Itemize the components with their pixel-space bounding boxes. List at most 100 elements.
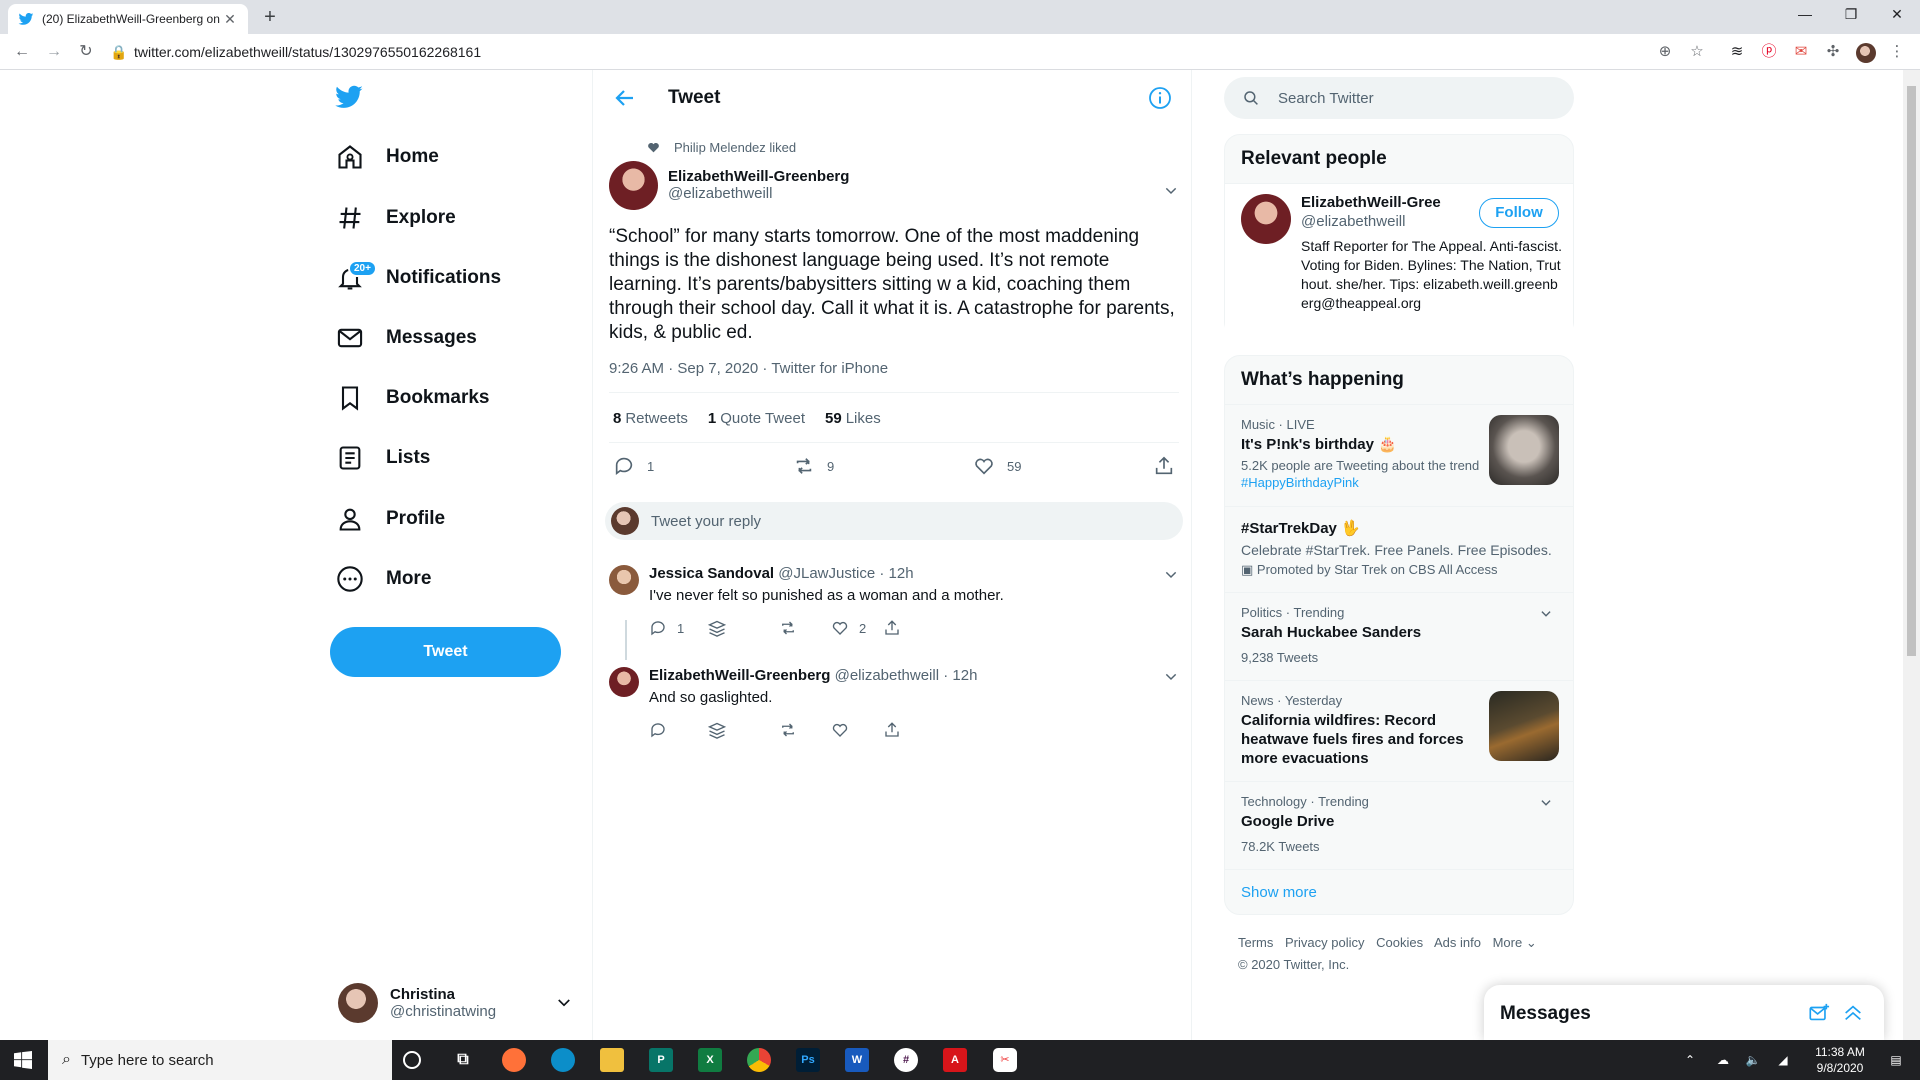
reload-icon[interactable]: ↻ [76,42,96,62]
share-button[interactable] [1153,455,1187,477]
chrome-icon[interactable] [747,1048,771,1072]
firefox-icon[interactable] [502,1048,526,1072]
person-handle[interactable]: @elizabethweill [1301,213,1405,230]
author-avatar[interactable] [609,160,658,210]
reply-author-name[interactable]: Jessica Sandoval [649,565,774,582]
chevron-down-icon[interactable] [1539,796,1553,810]
chevron-up-double-icon[interactable] [1842,1002,1864,1024]
nav-bookmarks[interactable]: Bookmarks [336,380,490,416]
chevron-down-icon[interactable] [1539,607,1553,621]
like-button[interactable]: 59 [973,455,1021,477]
info-icon[interactable] [1148,86,1172,110]
person-name[interactable]: ElizabethWeill-Green... [1301,194,1441,211]
author-handle[interactable]: @elizabethweill [668,185,849,202]
windows-start-icon[interactable] [14,1051,32,1069]
reply-avatar[interactable] [609,667,639,697]
minimize-icon[interactable]: — [1782,0,1828,30]
trend-item[interactable]: Politics · Trending Sarah Huckabee Sande… [1225,592,1573,680]
network-icon[interactable]: ◢ [1772,1040,1794,1080]
person-avatar[interactable] [1241,194,1291,244]
acrobat-icon[interactable]: A [943,1048,967,1072]
buffer-button[interactable] [707,619,737,639]
reply-author-name[interactable]: ElizabethWeill-Greenberg [649,667,830,684]
back-arrow-icon[interactable]: ← [12,42,32,62]
nav-messages[interactable]: Messages [336,320,477,356]
nav-more[interactable]: More [336,561,431,597]
account-switcher[interactable]: Christina @christinatwing [338,980,573,1026]
maximize-icon[interactable]: ❐ [1828,0,1874,30]
retweets-stat[interactable]: 8 Retweets [613,410,688,427]
trend-item[interactable]: News · Yesterday California wildfires: R… [1225,680,1573,781]
volume-icon[interactable]: 🔈 [1742,1040,1764,1080]
footer-link[interactable]: Terms [1238,935,1273,950]
author-name[interactable]: ElizabethWeill-Greenberg [668,168,849,185]
cortana-icon[interactable] [403,1051,421,1069]
excel-icon[interactable]: X [698,1048,722,1072]
back-arrow-icon[interactable] [613,86,637,110]
reply-handle[interactable]: @elizabethweill [835,667,939,684]
likes-stat[interactable]: 59 Likes [825,410,881,427]
like-button[interactable] [831,721,859,739]
bookmark-star-icon[interactable]: ☆ [1688,43,1706,61]
extensions-puzzle-icon[interactable]: ✣ [1824,43,1842,61]
onedrive-icon[interactable]: ☁ [1712,1040,1734,1080]
page-scrollbar[interactable] [1903,70,1920,1040]
taskbar-search-input[interactable]: ⌕ Type here to search [48,1040,392,1080]
install-app-icon[interactable]: ⊕ [1656,43,1674,61]
tweet-button[interactable]: Tweet [330,627,561,677]
reply-time[interactable]: · 12h [943,667,977,684]
share-button[interactable] [883,721,911,739]
nav-notifications[interactable]: 20+ Notifications [336,260,501,296]
chevron-down-icon[interactable] [1163,567,1179,583]
profile-avatar-icon[interactable] [1856,43,1876,63]
tweet-timestamp[interactable]: 9:26 AM · Sep 7, 2020 · Twitter for iPho… [609,360,888,377]
reply-avatar[interactable] [609,565,639,595]
reply-composer[interactable]: Tweet your reply [605,502,1183,540]
word-icon[interactable]: W [845,1048,869,1072]
task-view-icon[interactable]: ⧉ [451,1048,475,1072]
reply-tweet[interactable]: ElizabethWeill-Greenberg @elizabethweill… [609,667,1179,747]
footer-link[interactable]: Privacy policy [1285,935,1364,950]
publisher-icon[interactable]: P [649,1048,673,1072]
buffer-button[interactable] [707,721,737,741]
show-more-link[interactable]: Show more [1225,869,1573,914]
retweet-button[interactable] [779,619,807,637]
reply-button[interactable]: 1 [649,619,684,637]
photoshop-icon[interactable]: Ps [796,1048,820,1072]
reply-tweet[interactable]: Jessica Sandoval @JLawJustice · 12h I've… [609,565,1179,645]
forward-arrow-icon[interactable]: → [44,42,64,62]
twitter-logo-icon[interactable] [334,82,364,112]
tweet-author[interactable]: ElizabethWeill-Greenberg @elizabethweill [609,160,1179,210]
reply-button[interactable]: 1 [613,455,654,477]
notification-center-icon[interactable]: ▤ [1884,1040,1908,1080]
relevant-person[interactable]: ElizabethWeill-Green... @elizabethweill … [1225,183,1573,343]
chevron-down-icon[interactable] [1163,183,1179,199]
browser-menu-icon[interactable]: ⋮ [1888,43,1906,61]
snip-sketch-icon[interactable]: ✂ [993,1048,1017,1072]
file-explorer-icon[interactable] [600,1048,624,1072]
trend-item[interactable]: #StarTrekDay 🖖 Celebrate #StarTrek. Free… [1225,506,1573,592]
chevron-down-icon[interactable] [1163,669,1179,685]
url-bar[interactable]: 🔒 twitter.com/elizabethweill/status/1302… [110,39,1700,65]
messages-drawer[interactable]: Messages [1484,985,1884,1040]
tray-overflow-icon[interactable]: ⌃ [1680,1040,1700,1080]
browser-tab[interactable]: (20) ElizabethWeill-Greenberg on ✕ [8,4,248,34]
pinterest-extension-icon[interactable]: ⓟ [1760,43,1778,61]
nav-profile[interactable]: Profile [336,501,445,537]
scrollbar-thumb[interactable] [1907,86,1916,656]
footer-link[interactable]: Ads info [1434,935,1481,950]
share-button[interactable] [883,619,911,637]
nav-lists[interactable]: Lists [336,440,430,476]
retweet-button[interactable]: 9 [793,455,834,477]
nav-home[interactable]: Home [336,139,439,175]
new-tab-button[interactable]: + [258,5,282,29]
new-message-icon[interactable] [1808,1002,1830,1024]
close-icon[interactable]: ✕ [1874,0,1920,30]
edge-icon[interactable] [551,1048,575,1072]
tab-close-icon[interactable]: ✕ [222,11,238,28]
footer-link[interactable]: More ⌄ [1493,935,1537,950]
search-input[interactable]: Search Twitter [1224,77,1574,119]
reply-handle[interactable]: @JLawJustice [778,565,875,582]
reply-time[interactable]: · 12h [879,565,913,582]
slack-icon[interactable]: # [894,1048,918,1072]
